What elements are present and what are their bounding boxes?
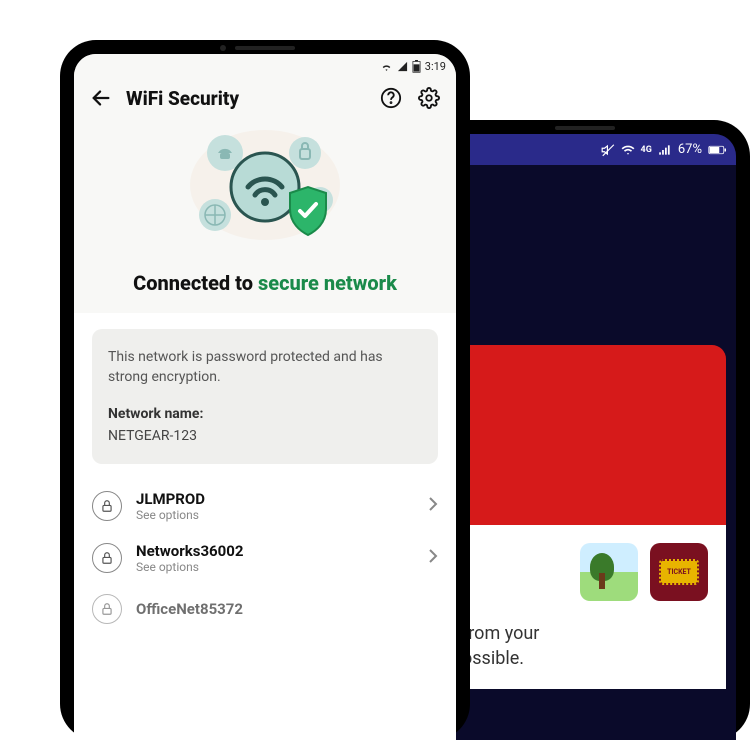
wifi-icon bbox=[621, 143, 635, 157]
speaker-grill bbox=[235, 46, 295, 50]
app-icons-row: TICKET bbox=[462, 543, 708, 601]
hero-section: Connected to secure network bbox=[74, 125, 456, 313]
info-description: This network is password protected and h… bbox=[108, 347, 422, 388]
speaker-grill bbox=[555, 126, 615, 130]
phone-mockup-front: 3:19 WiFi Security bbox=[60, 40, 470, 740]
page-title: WiFi Security bbox=[126, 87, 366, 110]
arrow-left-icon bbox=[90, 87, 112, 109]
back-button[interactable] bbox=[88, 85, 114, 111]
chevron-right-icon bbox=[428, 496, 438, 516]
lock-icon bbox=[92, 543, 122, 573]
network-name-label: Network name: bbox=[108, 404, 422, 424]
front-camera bbox=[220, 45, 226, 51]
back-dark-area bbox=[434, 165, 736, 345]
mute-icon bbox=[601, 143, 615, 157]
network-ssid: OfficeNet85372 bbox=[136, 600, 438, 618]
network-sublabel: See options bbox=[136, 560, 414, 574]
network-list: JLMPROD See options Networks36002 See op… bbox=[74, 480, 456, 634]
back-red-card bbox=[444, 345, 726, 525]
gear-icon bbox=[418, 87, 440, 109]
network-type: 4G bbox=[641, 145, 652, 155]
battery-percent: 67% bbox=[678, 142, 702, 157]
network-name-value: NETGEAR-123 bbox=[108, 426, 422, 446]
network-row[interactable]: OfficeNet85372 bbox=[82, 584, 448, 634]
screen-back: 4G 67% TICKET from your ossible. bbox=[434, 134, 736, 740]
network-info: Networks36002 See options bbox=[136, 542, 414, 574]
network-info: JLMPROD See options bbox=[136, 490, 414, 522]
settings-button[interactable] bbox=[416, 85, 442, 111]
app-tile-tree[interactable] bbox=[580, 543, 638, 601]
chevron-right-icon bbox=[428, 548, 438, 568]
ticket-icon: TICKET bbox=[659, 559, 699, 585]
network-info-card: This network is password protected and h… bbox=[92, 329, 438, 464]
battery-status-icon bbox=[412, 60, 421, 73]
help-button[interactable] bbox=[378, 85, 404, 111]
network-row[interactable]: JLMPROD See options bbox=[82, 480, 448, 532]
help-icon bbox=[380, 87, 402, 109]
back-text-line1: from your bbox=[462, 621, 708, 646]
lock-icon bbox=[92, 594, 122, 624]
network-row[interactable]: Networks36002 See options bbox=[82, 532, 448, 584]
screen-front: 3:19 WiFi Security bbox=[74, 54, 456, 740]
status-time: 3:19 bbox=[425, 60, 446, 73]
status-bar-back: 4G 67% bbox=[434, 134, 736, 165]
status-bar: 3:19 bbox=[74, 54, 456, 75]
network-sublabel: See options bbox=[136, 508, 414, 522]
status-suffix: secure network bbox=[258, 271, 397, 295]
signal-icon bbox=[658, 143, 672, 157]
connection-status-heading: Connected to secure network bbox=[92, 271, 438, 295]
back-text-line2: ossible. bbox=[462, 646, 708, 671]
app-tile-ticket[interactable]: TICKET bbox=[650, 543, 708, 601]
back-white-panel: TICKET from your ossible. bbox=[444, 525, 726, 689]
wifi-status-icon bbox=[380, 60, 393, 73]
hero-illustration bbox=[170, 125, 360, 255]
signal-status-icon bbox=[397, 61, 408, 72]
network-info: OfficeNet85372 bbox=[136, 600, 438, 618]
network-ssid: Networks36002 bbox=[136, 542, 414, 560]
network-ssid: JLMPROD bbox=[136, 490, 414, 508]
status-prefix: Connected to bbox=[133, 271, 258, 295]
lock-icon bbox=[92, 491, 122, 521]
battery-icon bbox=[708, 144, 726, 156]
app-header: WiFi Security bbox=[74, 75, 456, 125]
